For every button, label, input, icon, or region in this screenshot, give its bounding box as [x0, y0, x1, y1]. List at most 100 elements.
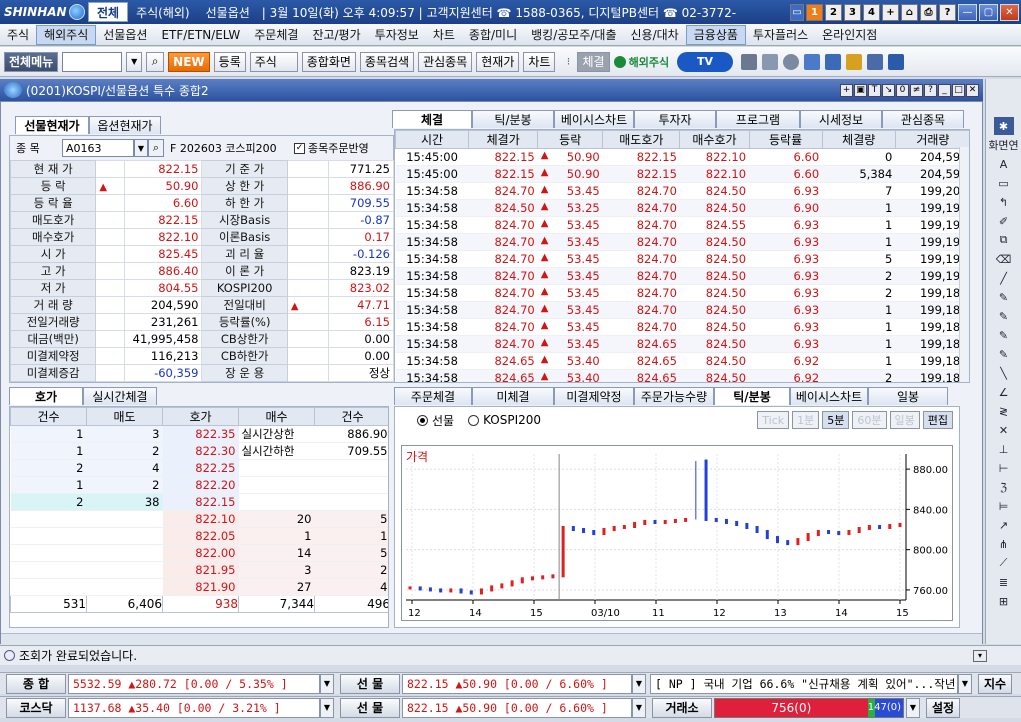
column-header[interactable]: 등락률: [748, 130, 823, 149]
tab-trade-1[interactable]: 틱/분봉: [472, 110, 554, 128]
bid-row[interactable]: 821.95 3 2: [10, 561, 388, 579]
fib-icon[interactable]: ℨ: [994, 478, 1014, 496]
menu-banking[interactable]: 뱅킹/공모주/대출: [524, 25, 623, 45]
screen-2-button[interactable]: 2: [825, 3, 842, 21]
eraser-icon[interactable]: ✐: [994, 212, 1014, 230]
order-reflect-checkbox[interactable]: ✓: [294, 142, 305, 154]
zero-icon[interactable]: 0: [896, 83, 909, 97]
chevron-down-icon[interactable]: ▼: [632, 673, 646, 694]
chevron-down-icon[interactable]: ▼: [906, 697, 920, 718]
search-icon[interactable]: ⌕: [146, 51, 165, 72]
text-icon[interactable]: T: [868, 83, 881, 97]
exit-icon[interactable]: [888, 53, 905, 70]
current-price-button[interactable]: 현재가: [476, 51, 520, 72]
interval-button-1[interactable]: 1분: [792, 411, 820, 429]
tab-all[interactable]: 전체: [88, 2, 129, 22]
column-header[interactable]: 체결량: [821, 130, 896, 149]
index-button[interactable]: 지수: [978, 673, 1012, 694]
grid-icon[interactable]: ⊞: [994, 592, 1014, 610]
code-input[interactable]: A0163: [62, 139, 134, 157]
gear-icon[interactable]: [783, 53, 800, 70]
vertical-icon[interactable]: ⊥: [994, 440, 1014, 458]
table-row[interactable]: 15:34:58 824.70 ▲ 53.45 824.70 824.50 6.93 1 199…: [395, 318, 969, 336]
interval-button-5[interactable]: 편집: [922, 411, 953, 429]
tab-trade-0[interactable]: 체결: [392, 110, 472, 128]
window-icon[interactable]: [804, 53, 821, 70]
menu-order[interactable]: 주문체결: [247, 25, 305, 45]
pen2-icon[interactable]: ✎: [994, 307, 1014, 325]
fan-icon[interactable]: ⋔: [994, 535, 1014, 553]
ask-row[interactable]: 1 2 822.20: [10, 476, 388, 494]
interval-button-0[interactable]: Tick: [757, 411, 790, 429]
screen-number-input[interactable]: [62, 51, 123, 72]
question-icon[interactable]: ?: [924, 83, 937, 97]
arrow-icon[interactable]: ↗: [994, 516, 1014, 534]
table-row[interactable]: 15:34:58 824.70 ▲ 53.45 824.70 824.50 6.93 5 199…: [395, 250, 969, 268]
overseas-stock-link[interactable]: 해외주식: [613, 54, 669, 70]
bid-row[interactable]: 821.90 27 4: [10, 578, 388, 596]
zigzag-icon[interactable]: ≷: [994, 402, 1014, 420]
tab-trade-4[interactable]: 프로그램: [716, 110, 800, 128]
gann-icon[interactable]: ⟋: [994, 554, 1014, 572]
chart-button[interactable]: 차트: [523, 51, 556, 72]
table-row[interactable]: 15:34:58 824.70 ▲ 53.45 824.70 824.50 6.93 2 199…: [395, 267, 969, 285]
table-row[interactable]: 15:45:00 822.15 ▲ 50.90 822.15 822.10 6.60 5,38…: [395, 165, 969, 183]
column-header[interactable]: 시간: [395, 130, 470, 149]
tile-icon[interactable]: [867, 53, 884, 70]
tab-chart-1[interactable]: 미체결: [472, 387, 554, 405]
chevron-down-icon[interactable]: ▼: [320, 673, 334, 694]
menu-credit[interactable]: 신용/대차: [624, 25, 686, 45]
pin-icon[interactable]: ▣: [854, 83, 867, 97]
chevron-down-icon[interactable]: ▼: [958, 673, 972, 694]
gear-icon[interactable]: ✱: [993, 117, 1014, 135]
bid-price[interactable]: 822.00: [162, 544, 239, 562]
lock-icon[interactable]: [846, 53, 863, 70]
bid-row[interactable]: 822.05 1 1: [10, 527, 388, 545]
ruler-icon[interactable]: ⊨: [994, 497, 1014, 515]
tab-chart-2[interactable]: 미결제약정: [554, 387, 634, 405]
home-icon[interactable]: ⌂: [901, 3, 918, 21]
tab-futures-price[interactable]: 선물현재가: [15, 116, 89, 134]
pointer-icon[interactable]: ↰: [994, 193, 1014, 211]
table-row[interactable]: 15:34:58 824.50 ▲ 53.25 824.70 824.50 6.90 1 199…: [395, 199, 969, 217]
window-icon[interactable]: ▭: [994, 174, 1014, 192]
cross-icon[interactable]: ✕: [994, 421, 1014, 439]
column-header[interactable]: 거래량: [894, 130, 969, 149]
column-header[interactable]: 등락: [537, 130, 604, 149]
diagonal-icon[interactable]: ╲: [994, 364, 1014, 382]
tab-chart-6[interactable]: 일봉: [868, 387, 948, 405]
tab-chart-4[interactable]: 틱/분봉: [714, 387, 790, 405]
menu-chart[interactable]: 차트: [426, 25, 462, 45]
table-row[interactable]: 15:45:00 822.15 ▲ 50.90 822.15 822.10 6.60 0 204…: [395, 148, 969, 166]
print-icon[interactable]: [741, 53, 758, 70]
chevron-down-icon[interactable]: ▼: [632, 697, 646, 718]
menu-etf[interactable]: ETF/ETN/ELW: [154, 25, 247, 45]
chevron-down-icon[interactable]: ▼: [134, 139, 148, 157]
ask-price[interactable]: 822.35: [162, 425, 239, 443]
print-icon[interactable]: ⎙: [920, 3, 937, 21]
chevron-down-icon[interactable]: ▼: [126, 51, 143, 72]
table-row[interactable]: 15:34:58 824.70 ▲ 53.45 824.70 824.50 6.93 2 199…: [395, 284, 969, 302]
menu-online[interactable]: 온라인지점: [815, 25, 884, 45]
table-row[interactable]: 15:34:58 824.70 ▲ 53.45 824.70 824.50 6.93 7 199…: [395, 182, 969, 200]
stock-select[interactable]: 주식: [249, 51, 298, 72]
news-ticker[interactable]: [ NP ] 국내 기업 66.6% "신규채용 계획 있어"...작년: [650, 673, 958, 694]
calculator-icon[interactable]: [762, 53, 779, 70]
trash-icon[interactable]: ⌫: [994, 250, 1014, 268]
maximize-button[interactable]: □: [952, 83, 965, 97]
summary-screen-button[interactable]: 종합화면: [301, 51, 356, 72]
radio-futures[interactable]: [417, 414, 428, 426]
pen-icon[interactable]: ✎: [994, 288, 1014, 306]
bid-price[interactable]: 821.95: [162, 561, 239, 579]
line-icon[interactable]: ╱: [994, 269, 1014, 287]
menu-financial[interactable]: 금융상품: [685, 24, 746, 45]
ask-price[interactable]: 822.20: [162, 476, 239, 494]
table-row[interactable]: 15:34:58 824.70 ▲ 53.45 824.70 824.50 6.93 1 199…: [395, 233, 969, 251]
interval-button-4[interactable]: 일봉: [889, 411, 920, 429]
cursor-icon[interactable]: A: [994, 155, 1014, 173]
ask-row[interactable]: 2 4 822.25: [10, 459, 388, 477]
tab-trade-5[interactable]: 시세정보: [800, 110, 882, 128]
tab-trade-3[interactable]: 투자자: [634, 110, 716, 128]
link-icon[interactable]: ≠: [910, 83, 923, 97]
menu-stock[interactable]: 주식: [0, 25, 36, 45]
